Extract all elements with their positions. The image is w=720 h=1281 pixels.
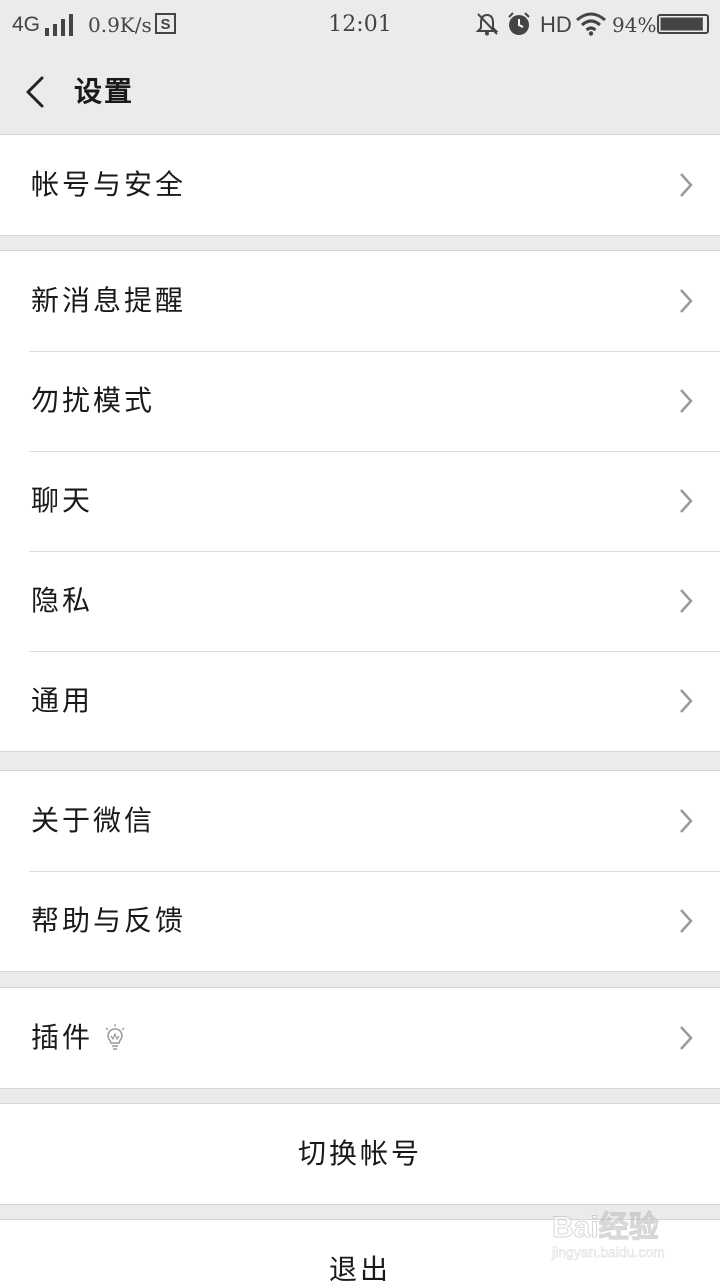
lightbulb-icon <box>105 1024 125 1050</box>
settings-item-privacy[interactable]: 隐私 <box>0 551 720 651</box>
chevron-right-icon <box>680 689 693 713</box>
settings-item-label: 帐号与安全 <box>31 168 187 201</box>
settings-item-label: 新消息提醒 <box>31 284 187 317</box>
settings-item-chat[interactable]: 聊天 <box>0 451 720 551</box>
settings-group-account: 帐号与安全 <box>0 134 720 236</box>
battery-icon <box>657 14 709 34</box>
wifi-icon <box>576 12 606 36</box>
nav-header: 设置 <box>0 50 720 135</box>
switch-account-button[interactable]: 切换帐号 <box>0 1104 720 1204</box>
switch-account-group: 切换帐号 <box>0 1103 720 1205</box>
settings-group-main: 新消息提醒 勿扰模式 聊天 隐私 通用 <box>0 250 720 752</box>
page-title: 设置 <box>74 75 135 108</box>
chevron-right-icon <box>680 289 693 313</box>
chevron-right-icon <box>680 809 693 833</box>
settings-item-label: 帮助与反馈 <box>31 904 187 937</box>
settings-item-label: 关于微信 <box>31 804 156 837</box>
chevron-right-icon <box>680 389 693 413</box>
settings-group-about: 关于微信 帮助与反馈 <box>0 770 720 972</box>
status-bar: 4G 0.9K/s S 12:01 HD 94% <box>0 0 720 50</box>
chevron-right-icon <box>680 1026 693 1050</box>
watermark-url: jingyan.baidu.com <box>552 1244 665 1261</box>
settings-item-do-not-disturb[interactable]: 勿扰模式 <box>0 351 720 451</box>
settings-item-about-wechat[interactable]: 关于微信 <box>0 771 720 871</box>
settings-item-label: 勿扰模式 <box>31 384 156 417</box>
settings-item-plugins[interactable]: 插件 <box>0 988 720 1088</box>
settings-item-label: 通用 <box>31 684 94 717</box>
chevron-right-icon <box>680 489 693 513</box>
settings-item-notifications[interactable]: 新消息提醒 <box>0 251 720 351</box>
settings-item-help-feedback[interactable]: 帮助与反馈 <box>0 871 720 971</box>
settings-group-plugins: 插件 <box>0 987 720 1089</box>
settings-item-general[interactable]: 通用 <box>0 651 720 751</box>
watermark-logo: Bai经验 <box>552 1211 660 1245</box>
settings-item-label: 聊天 <box>31 484 94 517</box>
hd-indicator: HD <box>540 12 572 37</box>
settings-item-account-security[interactable]: 帐号与安全 <box>0 135 720 235</box>
settings-item-label: 隐私 <box>31 584 94 617</box>
baidu-jingyan-watermark: Bai经验 jingyan.baidu.com <box>552 1200 702 1268</box>
chevron-right-icon <box>680 173 693 197</box>
back-button[interactable] <box>14 70 58 114</box>
mute-bell-icon <box>475 13 499 36</box>
settings-item-label: 插件 <box>31 1021 94 1054</box>
battery-percent: 94% <box>612 13 657 37</box>
chevron-right-icon <box>680 589 693 613</box>
chevron-right-icon <box>680 909 693 933</box>
alarm-icon <box>508 12 530 35</box>
